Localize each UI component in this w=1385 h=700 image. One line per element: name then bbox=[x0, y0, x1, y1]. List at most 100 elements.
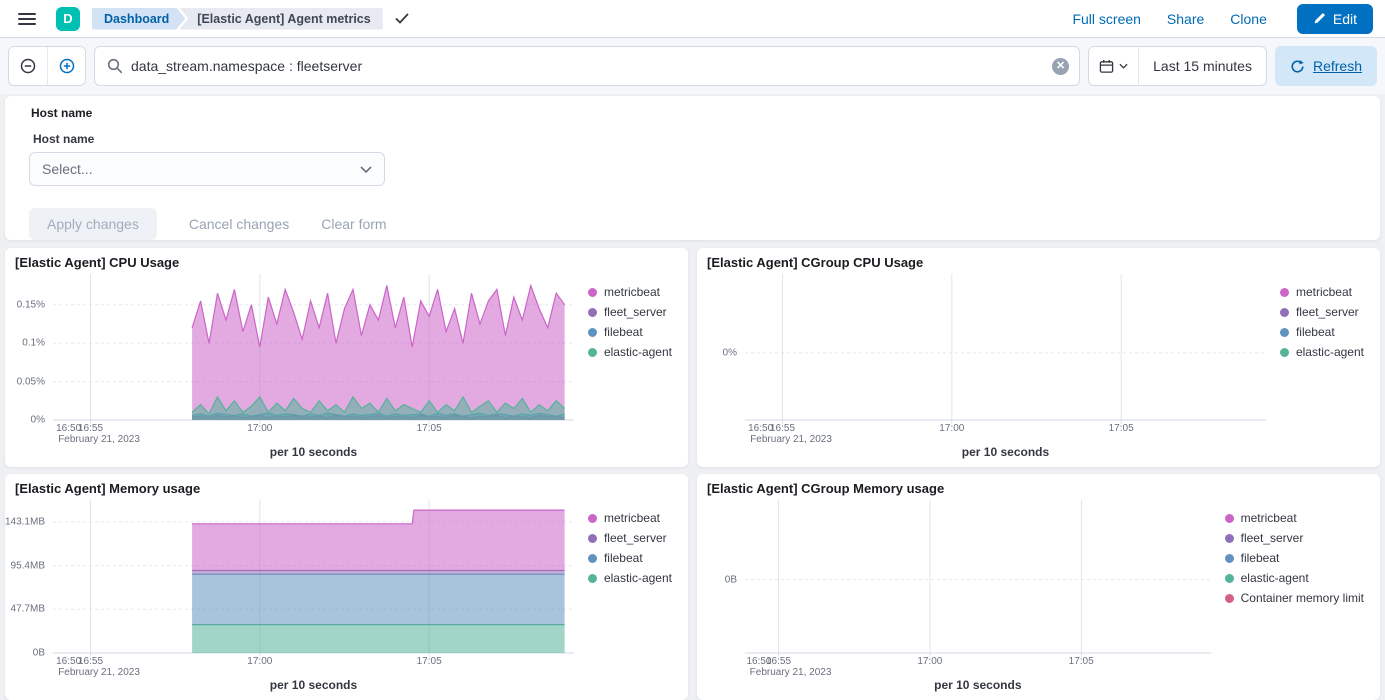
circle-minus-icon bbox=[19, 57, 37, 75]
x-tick-label: 17:00 bbox=[247, 423, 272, 434]
chart-body: 0B 16:5016:5517:0017:05February 21, 2023… bbox=[697, 498, 1380, 700]
apply-changes-button[interactable]: Apply changes bbox=[29, 208, 157, 240]
legend-label: elastic-agent bbox=[604, 345, 672, 359]
legend-item[interactable]: filebeat bbox=[588, 548, 672, 568]
legend-item[interactable]: metricbeat bbox=[1225, 508, 1364, 528]
x-tick-label: 17:05 bbox=[1109, 423, 1134, 434]
x-tick-label: 16:55 bbox=[766, 656, 791, 667]
legend-label: elastic-agent bbox=[604, 571, 672, 585]
menu-icon[interactable] bbox=[12, 7, 42, 31]
chart-legend: metricbeatfleet_server filebeat elastic-ag… bbox=[574, 274, 682, 463]
space-avatar[interactable]: D bbox=[56, 7, 80, 31]
legend-dot-icon bbox=[588, 574, 597, 583]
legend-label: fleet_server bbox=[604, 531, 667, 545]
chevron-down-icon bbox=[1119, 63, 1128, 69]
refresh-button-label: Refresh bbox=[1313, 58, 1362, 74]
chart-body: 0%0.05%0.1%0.15% 16:5016:5517:0017:05Feb… bbox=[5, 272, 688, 467]
legend-dot-icon bbox=[1280, 348, 1289, 357]
legend-item[interactable]: fleet_server bbox=[1225, 528, 1364, 548]
refresh-button[interactable]: Refresh bbox=[1275, 46, 1377, 86]
cancel-changes-button[interactable]: Cancel changes bbox=[189, 216, 289, 232]
chart-plot[interactable] bbox=[745, 500, 1211, 653]
breadcrumb: Dashboard [Elastic Agent] Agent metrics bbox=[92, 8, 383, 30]
edit-button[interactable]: Edit bbox=[1297, 4, 1373, 34]
legend-item[interactable]: filebeat bbox=[1225, 548, 1364, 568]
query-input[interactable]: data_stream.namespace : fleetserver ✕ bbox=[94, 46, 1080, 86]
x-tick-label: 16:55 bbox=[78, 656, 103, 667]
breadcrumb-dashboard[interactable]: Dashboard bbox=[92, 8, 185, 30]
legend-dot-icon bbox=[588, 308, 597, 317]
x-axis-date-label: February 21, 2023 bbox=[58, 434, 140, 445]
filter-button-group bbox=[8, 46, 86, 86]
x-axis: 16:5016:5517:0017:05February 21, 2023 bbox=[745, 420, 1266, 445]
legend-item[interactable]: filebeat bbox=[588, 322, 672, 342]
x-axis-date-label: February 21, 2023 bbox=[750, 434, 832, 445]
search-icon bbox=[107, 58, 123, 74]
legend-item[interactable]: elastic-agent bbox=[588, 342, 672, 362]
add-filter-button[interactable] bbox=[47, 47, 85, 85]
legend-item[interactable]: elastic-agent bbox=[1225, 568, 1364, 588]
y-tick-label: 0% bbox=[723, 347, 737, 358]
share-link[interactable]: Share bbox=[1167, 11, 1204, 27]
x-axis-title: per 10 seconds bbox=[745, 445, 1266, 463]
y-axis: 0B47.7MB95.4MB143.1MB bbox=[7, 500, 53, 696]
legend-item[interactable]: metricbeat bbox=[588, 282, 672, 302]
legend-item[interactable]: fleet_server bbox=[588, 302, 672, 322]
legend-label: metricbeat bbox=[1296, 285, 1352, 299]
x-tick-label: 17:00 bbox=[247, 656, 272, 667]
legend-item[interactable]: elastic-agent bbox=[588, 568, 672, 588]
legend-item[interactable]: Container memory limit bbox=[1225, 588, 1364, 608]
circle-plus-icon bbox=[58, 57, 76, 75]
dashboard-panel: [Elastic Agent] CGroup CPU Usage 0% 16:5… bbox=[697, 248, 1380, 467]
calendar-icon bbox=[1099, 59, 1114, 74]
refresh-icon bbox=[1290, 59, 1305, 74]
chart-plot[interactable] bbox=[53, 274, 574, 420]
y-tick-label: 95.4MB bbox=[11, 560, 45, 571]
date-picker: Last 15 minutes bbox=[1088, 46, 1267, 86]
panel-title: [Elastic Agent] CGroup CPU Usage bbox=[697, 248, 1380, 272]
charts-grid: [Elastic Agent] CPU Usage 0%0.05%0.1%0.1… bbox=[0, 248, 1385, 700]
chart-legend: metricbeat fleet_serverfilebeatelastic-ag… bbox=[1266, 274, 1374, 463]
legend-dot-icon bbox=[588, 534, 597, 543]
legend-dot-icon bbox=[1225, 574, 1234, 583]
legend-item[interactable]: metricbeat bbox=[588, 508, 672, 528]
y-tick-label: 0B bbox=[725, 574, 737, 585]
legend-label: elastic-agent bbox=[1241, 571, 1309, 585]
clone-link[interactable]: Clone bbox=[1230, 11, 1267, 27]
breadcrumb-current[interactable]: [Elastic Agent] Agent metrics bbox=[179, 8, 382, 30]
x-tick-label: 17:00 bbox=[939, 423, 964, 434]
y-tick-label: 0B bbox=[33, 648, 45, 659]
full-screen-link[interactable]: Full screen bbox=[1072, 11, 1140, 27]
chart-plot[interactable] bbox=[53, 500, 574, 653]
legend-label: metricbeat bbox=[1241, 511, 1297, 525]
clear-form-button[interactable]: Clear form bbox=[321, 216, 386, 232]
chart-legend: metricbeat fleet_server filebeat elastic-ag… bbox=[574, 500, 682, 696]
chart-body: 0% 16:5016:5517:0017:05February 21, 2023… bbox=[697, 272, 1380, 467]
dashboard-panel: [Elastic Agent] CPU Usage 0%0.05%0.1%0.1… bbox=[5, 248, 688, 467]
legend-label: filebeat bbox=[604, 325, 643, 339]
time-range-value[interactable]: Last 15 minutes bbox=[1139, 58, 1266, 74]
legend-dot-icon bbox=[588, 328, 597, 337]
pencil-icon bbox=[1313, 12, 1326, 25]
y-tick-label: 0.1% bbox=[22, 338, 45, 349]
x-axis-title: per 10 seconds bbox=[745, 678, 1211, 696]
legend-dot-icon bbox=[1225, 534, 1234, 543]
chart-plot[interactable] bbox=[745, 274, 1266, 420]
filters-menu-button[interactable] bbox=[9, 47, 47, 85]
legend-item[interactable]: fleet_server bbox=[588, 528, 672, 548]
date-picker-menu-button[interactable] bbox=[1089, 47, 1139, 85]
top-header: D Dashboard [Elastic Agent] Agent metric… bbox=[0, 0, 1385, 38]
legend-label: metricbeat bbox=[604, 511, 660, 525]
legend-dot-icon bbox=[588, 348, 597, 357]
query-bar: data_stream.namespace : fleetserver ✕ La… bbox=[0, 38, 1385, 94]
legend-item[interactable]: metricbeat bbox=[1280, 282, 1364, 302]
clear-query-button[interactable]: ✕ bbox=[1052, 58, 1069, 75]
legend-label: Container memory limit bbox=[1241, 591, 1364, 605]
host-name-select[interactable]: Select... bbox=[29, 152, 385, 186]
legend-item[interactable]: fleet_server bbox=[1280, 302, 1364, 322]
legend-item[interactable]: filebeat bbox=[1280, 322, 1364, 342]
chart-body: 0B47.7MB95.4MB143.1MB 16:5016:5517:0017:… bbox=[5, 498, 688, 700]
legend-item[interactable]: elastic-agent bbox=[1280, 342, 1364, 362]
legend-dot-icon bbox=[588, 554, 597, 563]
panel-title: [Elastic Agent] CPU Usage bbox=[5, 248, 688, 272]
